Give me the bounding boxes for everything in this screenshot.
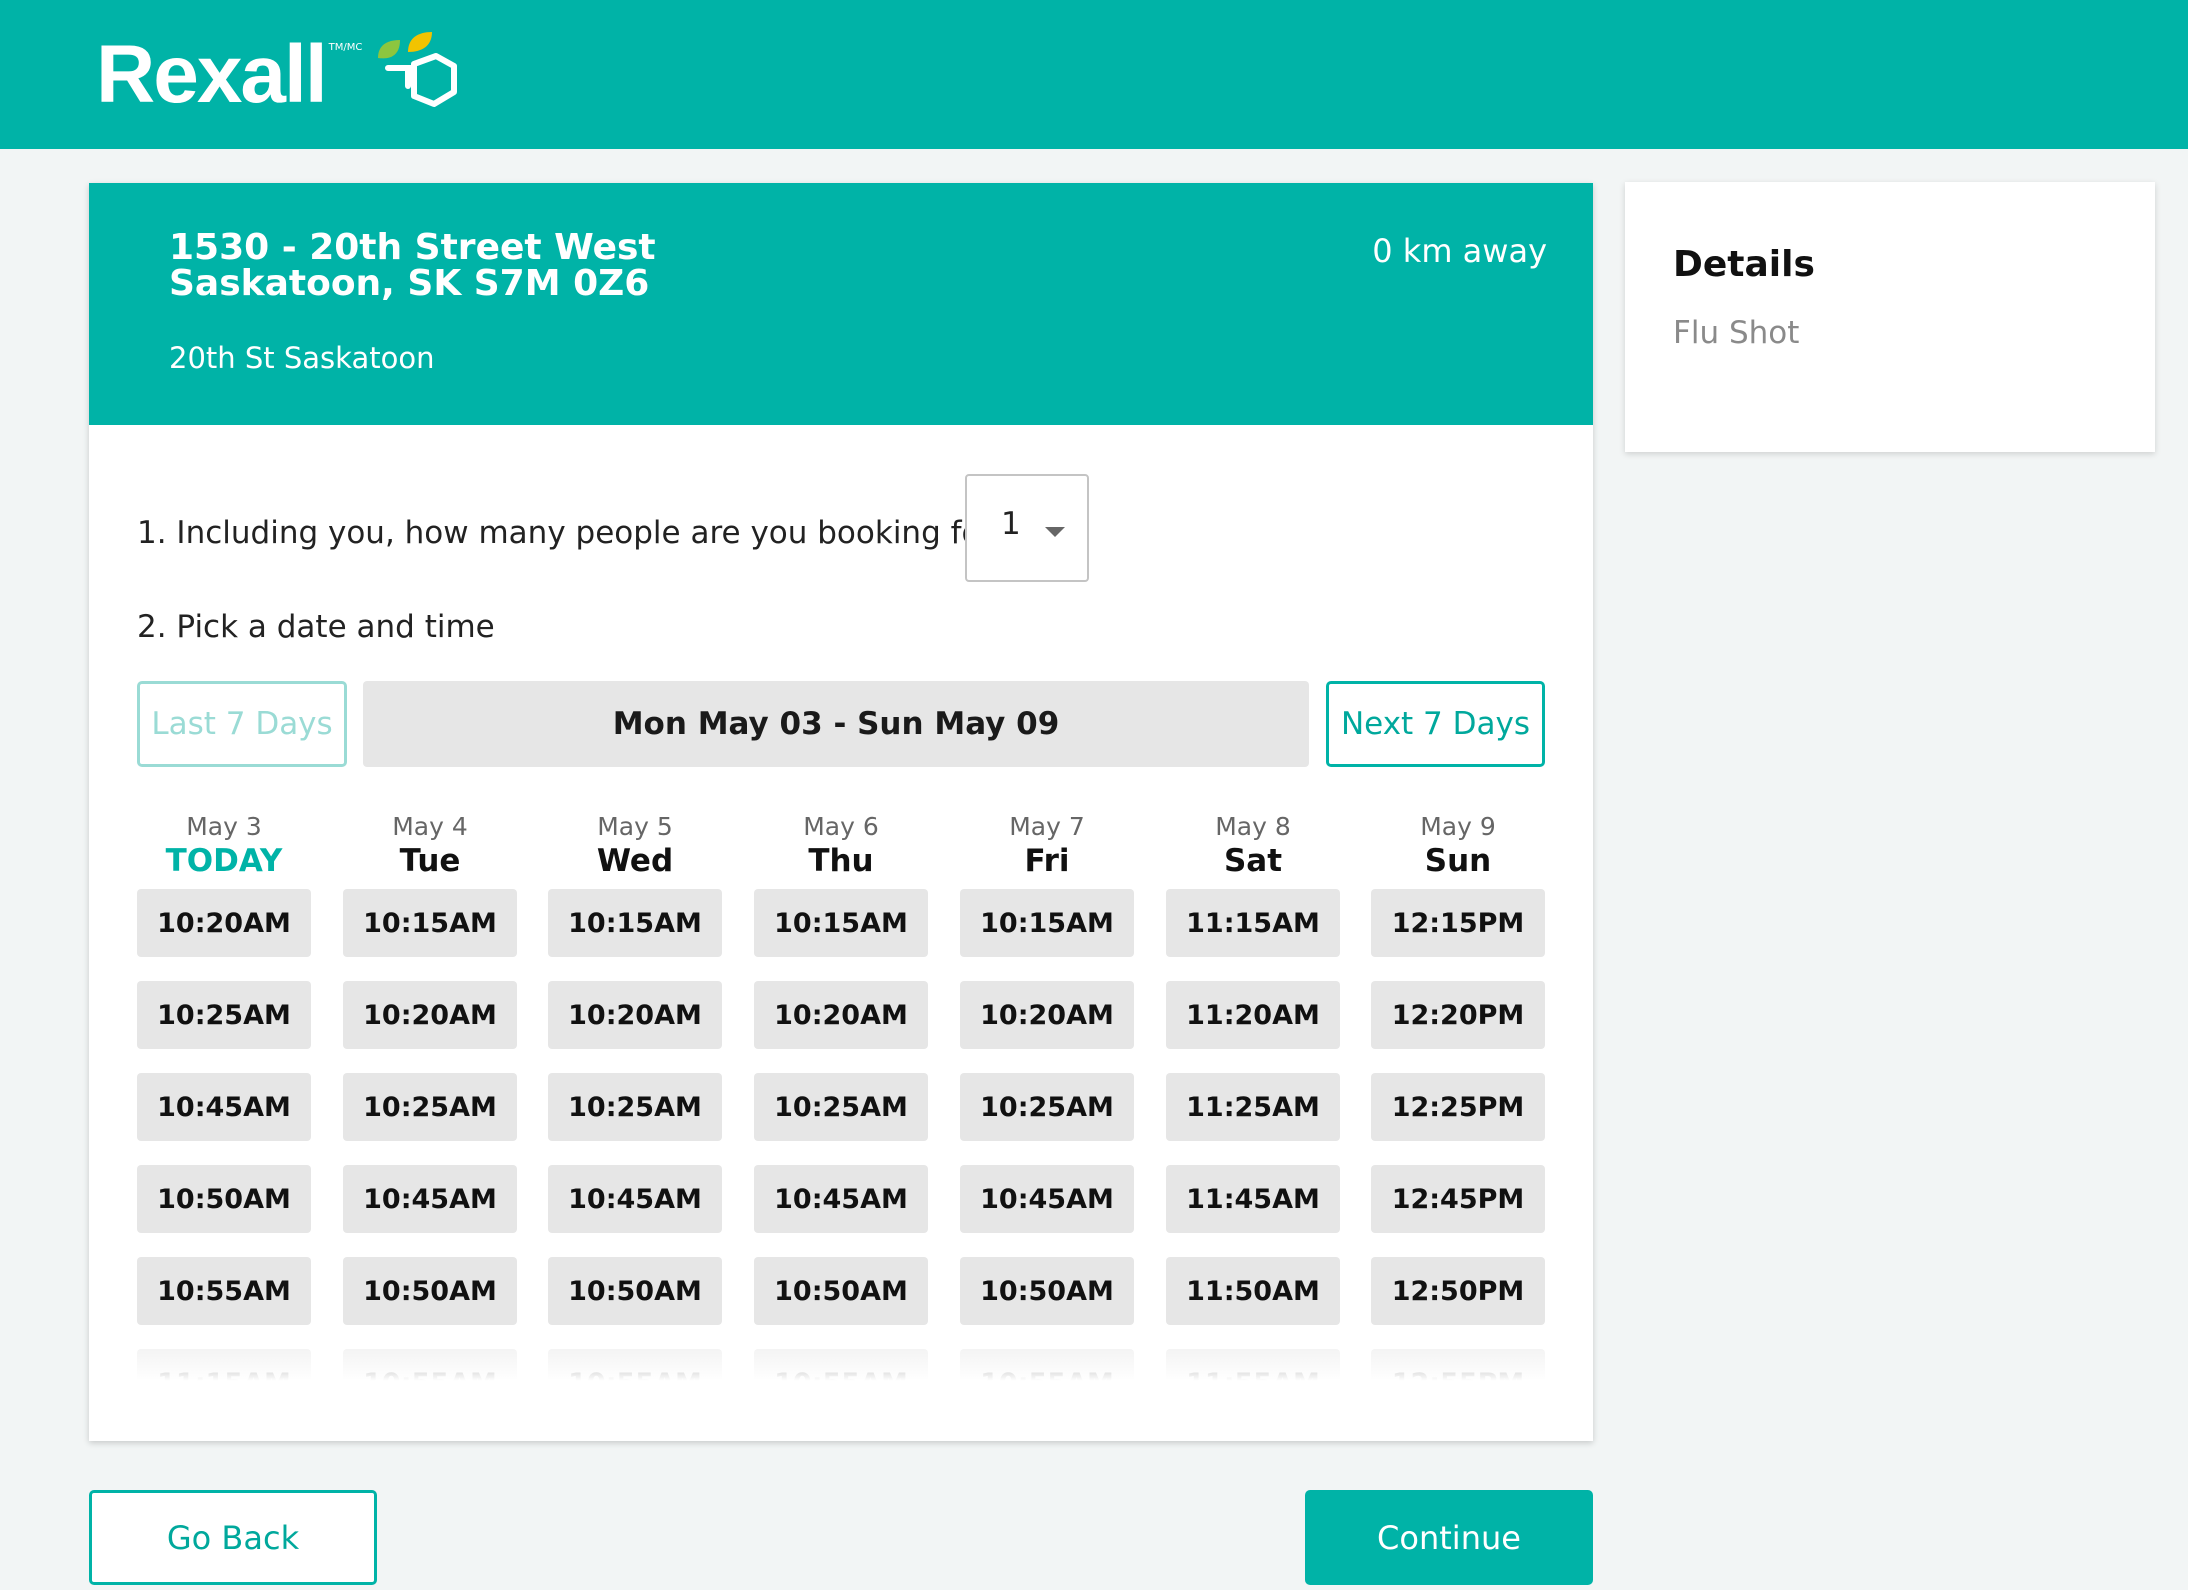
time-slot-button[interactable]: 10:20AM [754, 981, 928, 1049]
time-slot-button[interactable]: 10:50AM [960, 1257, 1134, 1325]
time-slot-button[interactable]: 10:50AM [137, 1165, 311, 1233]
time-slot-list: 10:15AM 10:20AM 10:25AM 10:45AM 10:50AM … [343, 889, 517, 1393]
store-header: 1530 - 20th Street West Saskatoon, SK S7… [89, 183, 1593, 425]
day-column: May 5 Wed 10:15AM 10:20AM 10:25AM 10:45A… [548, 811, 722, 1393]
day-column: May 7 Fri 10:15AM 10:20AM 10:25AM 10:45A… [960, 811, 1134, 1393]
time-slot-button[interactable]: 10:20AM [343, 981, 517, 1049]
time-slot-button[interactable]: 10:55AM [754, 1349, 928, 1393]
details-service: Flu Shot [1673, 315, 1800, 351]
time-slot-button[interactable]: 10:25AM [960, 1073, 1134, 1141]
store-name: 20th St Saskatoon [169, 341, 435, 375]
time-slot-button[interactable]: 11:15AM [1166, 889, 1340, 957]
time-slot-button[interactable]: 12:50PM [1371, 1257, 1545, 1325]
time-slot-list: 10:15AM 10:20AM 10:25AM 10:45AM 10:50AM … [754, 889, 928, 1393]
day-columns: May 3 TODAY 10:20AM 10:25AM 10:45AM 10:5… [137, 811, 1545, 1393]
time-slot-button[interactable]: 10:25AM [137, 981, 311, 1049]
time-slot-button[interactable]: 10:50AM [343, 1257, 517, 1325]
day-column: May 3 TODAY 10:20AM 10:25AM 10:45AM 10:5… [137, 811, 311, 1393]
day-name: Tue [399, 843, 461, 879]
day-column: May 4 Tue 10:15AM 10:20AM 10:25AM 10:45A… [343, 811, 517, 1393]
time-slot-button[interactable]: 10:45AM [548, 1165, 722, 1233]
time-slot-button[interactable]: 11:25AM [1166, 1073, 1340, 1141]
time-slot-button[interactable]: 10:20AM [960, 981, 1134, 1049]
day-date: May 3 [186, 812, 262, 841]
details-card: Details Flu Shot [1625, 182, 2155, 452]
time-slot-button[interactable]: 12:25PM [1371, 1073, 1545, 1141]
store-address-line1: 1530 - 20th Street West [169, 227, 656, 268]
time-slot-list: 11:15AM 11:20AM 11:25AM 11:45AM 11:50AM … [1166, 889, 1340, 1393]
booking-card: 1530 - 20th Street West Saskatoon, SK S7… [89, 183, 1593, 1441]
rexall-logo[interactable]: Rexall TM/MC [96, 30, 464, 120]
logo-trademark: TM/MC [328, 42, 363, 53]
time-slot-button[interactable]: 10:55AM [548, 1349, 722, 1393]
next-7-days-button[interactable]: Next 7 Days [1326, 681, 1545, 767]
people-question: 1. Including you, how many people are yo… [137, 515, 1010, 551]
day-name: Fri [1024, 843, 1070, 879]
time-slot-button[interactable]: 10:15AM [548, 889, 722, 957]
time-slot-button[interactable]: 10:45AM [343, 1165, 517, 1233]
logo-wordmark: Rexall [96, 29, 328, 120]
day-date: May 5 [597, 812, 673, 841]
details-title: Details [1673, 244, 1815, 285]
time-slot-list: 10:20AM 10:25AM 10:45AM 10:50AM 10:55AM … [137, 889, 311, 1393]
store-address-line2: Saskatoon, SK S7M 0Z6 [169, 263, 650, 304]
time-slot-button[interactable]: 10:50AM [548, 1257, 722, 1325]
day-name: Wed [596, 843, 674, 879]
time-slot-button[interactable]: 11:20AM [1166, 981, 1340, 1049]
time-slot-list: 10:15AM 10:20AM 10:25AM 10:45AM 10:50AM … [960, 889, 1134, 1393]
time-slot-button[interactable]: 12:20PM [1371, 981, 1545, 1049]
time-slot-button[interactable]: 10:45AM [754, 1165, 928, 1233]
day-date: May 9 [1420, 812, 1496, 841]
day-column: May 8 Sat 11:15AM 11:20AM 11:25AM 11:45A… [1166, 811, 1340, 1393]
time-slot-list: 12:15PM 12:20PM 12:25PM 12:45PM 12:50PM … [1371, 889, 1545, 1393]
day-date: May 6 [803, 812, 879, 841]
time-slot-button[interactable]: 10:25AM [548, 1073, 722, 1141]
time-slot-button[interactable]: 10:15AM [960, 889, 1134, 957]
time-slot-button[interactable]: 10:50AM [754, 1257, 928, 1325]
people-count-value: 1 [1001, 506, 1021, 542]
day-column: May 9 Sun 12:15PM 12:20PM 12:25PM 12:45P… [1371, 811, 1545, 1393]
time-slot-list: 10:15AM 10:20AM 10:25AM 10:45AM 10:50AM … [548, 889, 722, 1393]
top-header-bar: Rexall TM/MC [0, 0, 2188, 149]
time-slot-button[interactable]: 10:25AM [754, 1073, 928, 1141]
time-slot-button[interactable]: 10:55AM [137, 1257, 311, 1325]
week-range-label: Mon May 03 - Sun May 09 [363, 681, 1309, 767]
people-count-select[interactable]: 1 [965, 474, 1089, 582]
time-slot-button[interactable]: 10:15AM [754, 889, 928, 957]
time-slot-button[interactable]: 10:20AM [137, 889, 311, 957]
day-name: Sun [1424, 843, 1492, 879]
time-slot-button[interactable]: 12:55PM [1371, 1349, 1545, 1393]
day-date: May 8 [1215, 812, 1291, 841]
day-date: May 4 [392, 812, 468, 841]
time-slot-button[interactable]: 12:15PM [1371, 889, 1545, 957]
time-slot-button[interactable]: 11:55AM [1166, 1349, 1340, 1393]
last-7-days-button[interactable]: Last 7 Days [137, 681, 347, 767]
time-slot-button[interactable]: 11:45AM [1166, 1165, 1340, 1233]
day-name: TODAY [165, 843, 283, 879]
go-back-button[interactable]: Go Back [89, 1490, 377, 1585]
day-column: May 6 Thu 10:15AM 10:20AM 10:25AM 10:45A… [754, 811, 928, 1393]
continue-button[interactable]: Continue [1305, 1490, 1593, 1585]
time-slot-button[interactable]: 10:55AM [960, 1349, 1134, 1393]
time-slot-button[interactable]: 12:45PM [1371, 1165, 1545, 1233]
day-date: May 7 [1009, 812, 1085, 841]
time-slot-button[interactable]: 10:15AM [343, 889, 517, 957]
time-slot-button[interactable]: 10:45AM [137, 1073, 311, 1141]
time-slot-button[interactable]: 10:25AM [343, 1073, 517, 1141]
day-name: Sat [1223, 843, 1283, 879]
leaf-logo-icon [378, 32, 458, 107]
time-slot-button[interactable]: 11:50AM [1166, 1257, 1340, 1325]
time-slot-button[interactable]: 10:45AM [960, 1165, 1134, 1233]
time-slot-button[interactable]: 10:20AM [548, 981, 722, 1049]
chevron-down-icon [1045, 527, 1065, 537]
time-slot-button[interactable]: 10:55AM [343, 1349, 517, 1393]
store-distance: 0 km away [1372, 232, 1547, 270]
time-slot-button[interactable]: 11:15AM [137, 1349, 311, 1393]
date-time-question: 2. Pick a date and time [137, 609, 495, 645]
day-name: Thu [808, 843, 874, 879]
